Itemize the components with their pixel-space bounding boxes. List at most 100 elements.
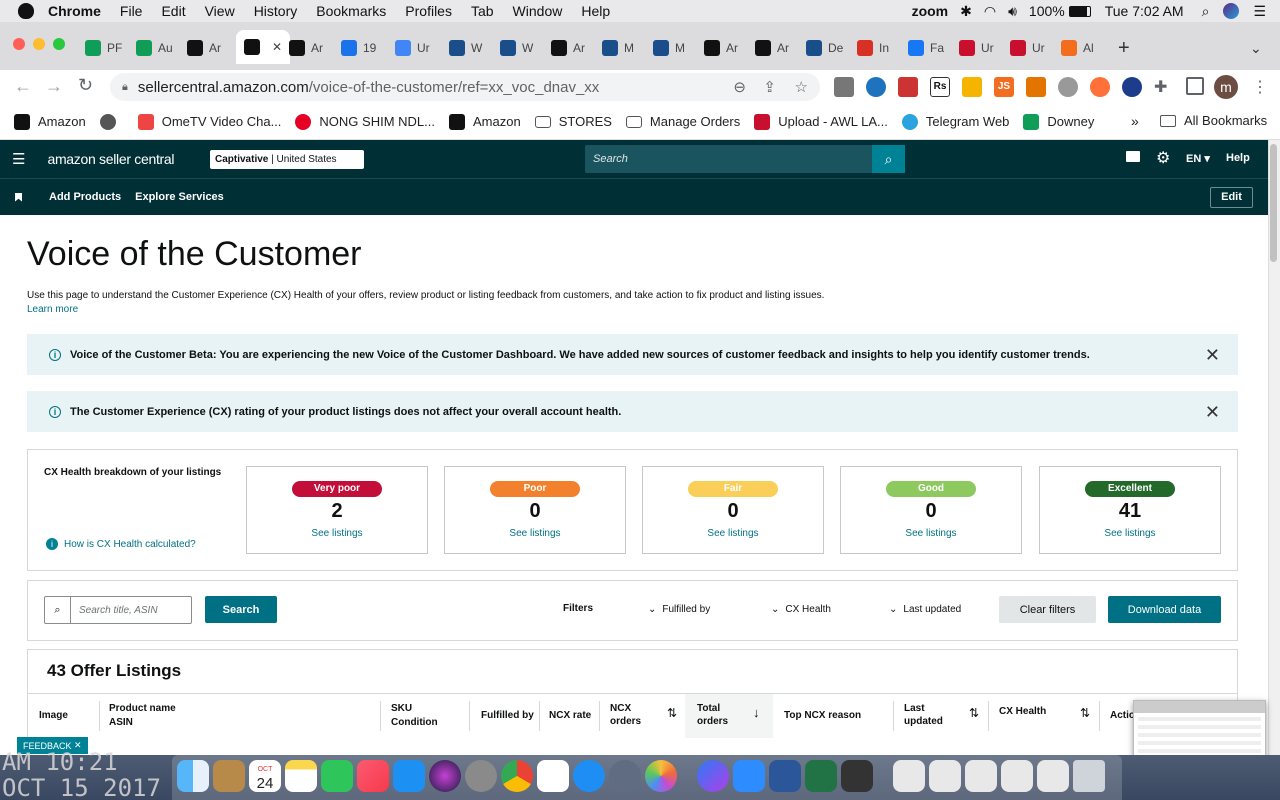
global-search-button[interactable]: ⌕	[872, 145, 905, 173]
bookmarks-overflow-icon[interactable]: »	[1131, 113, 1139, 129]
global-search-input[interactable]: Search	[585, 145, 872, 173]
trash-icon[interactable]	[1073, 760, 1105, 792]
system-preferences-icon[interactable]	[465, 760, 497, 792]
menu-view[interactable]: View	[205, 3, 235, 19]
tab-active[interactable]: ✕	[236, 30, 291, 64]
browser-tab[interactable]: In	[857, 36, 889, 60]
col-ncx-orders[interactable]: NCX orders	[610, 702, 641, 728]
dock-file-icon[interactable]	[893, 760, 925, 792]
bookmark-star-icon[interactable]: ☆	[795, 78, 808, 96]
browser-tab[interactable]: Fa	[908, 36, 944, 60]
browser-tab[interactable]: Au	[136, 36, 173, 60]
browser-tab[interactable]: Ar	[704, 36, 738, 60]
col-cx-health[interactable]: CX Health	[999, 705, 1046, 718]
zoom-status[interactable]: zoom	[912, 3, 949, 19]
safari-icon[interactable]	[573, 760, 605, 792]
how-cx-health-calculated-link[interactable]: i How is CX Health calculated?	[46, 538, 196, 550]
siri-dock-icon[interactable]	[429, 760, 461, 792]
browser-tab[interactable]: PF	[85, 36, 122, 60]
facetime-icon[interactable]	[321, 760, 353, 792]
edit-nav-button[interactable]: Edit	[1210, 187, 1253, 208]
all-bookmarks-item[interactable]: All Bookmarks	[1160, 113, 1267, 128]
browser-tab[interactable]: 19	[341, 36, 376, 60]
close-icon[interactable]: ✕	[1205, 345, 1220, 366]
menu-profiles[interactable]: Profiles	[405, 3, 452, 19]
extension-blue-icon[interactable]	[866, 77, 886, 97]
photos-icon[interactable]	[645, 760, 677, 792]
menu-edit[interactable]: Edit	[161, 3, 185, 19]
finder-icon[interactable]	[177, 760, 209, 792]
bookmark-flag-icon[interactable]	[15, 192, 22, 202]
col-last-updated[interactable]: Last updated	[904, 702, 943, 728]
bookmark-item[interactable]: Upload - AWL LA...	[754, 113, 888, 130]
reload-icon[interactable]: ↻	[78, 75, 93, 96]
store-switcher[interactable]: Captivative | United States	[210, 150, 364, 169]
menu-file[interactable]: File	[120, 3, 143, 19]
address-bar[interactable]: 🔒︎ sellercentral.amazon.com/voice-of-the…	[110, 73, 820, 101]
menu-window[interactable]: Window	[513, 3, 563, 19]
browser-tab[interactable]: M	[653, 36, 685, 60]
printer-icon[interactable]	[841, 760, 873, 792]
calendar-icon[interactable]: OCT 24	[249, 760, 281, 792]
menu-history[interactable]: History	[254, 3, 298, 19]
back-icon[interactable]: ←	[14, 76, 32, 97]
maximize-window-button[interactable]	[53, 38, 65, 50]
sort-icon[interactable]: ⇅	[1080, 706, 1090, 720]
mail-icon[interactable]	[1126, 151, 1140, 162]
menu-clock[interactable]: Tue 7:02 AM	[1105, 3, 1184, 19]
menu-bookmarks[interactable]: Bookmarks	[316, 3, 386, 19]
see-listings-link[interactable]: See listings	[643, 528, 823, 539]
sort-icon[interactable]: ⇅	[969, 706, 979, 720]
browser-menu-icon[interactable]: ⋮	[1252, 77, 1268, 97]
browser-tab[interactable]: Ar	[755, 36, 789, 60]
search-button[interactable]: Search	[205, 596, 277, 623]
language-selector[interactable]: EN ▾	[1186, 152, 1210, 165]
dock-file-icon[interactable]	[929, 760, 961, 792]
fulfilled-by-filter[interactable]: ⌄ Fulfilled by	[648, 604, 710, 615]
see-listings-link[interactable]: See listings	[841, 528, 1021, 539]
extensions-puzzle-icon[interactable]: ✚	[1154, 77, 1174, 97]
browser-tab[interactable]: Ar	[551, 36, 585, 60]
spotlight-search-icon[interactable]: ⌕	[1202, 3, 1210, 20]
extension-f-icon[interactable]	[1122, 77, 1142, 97]
bookmark-item[interactable]	[99, 113, 124, 130]
zoom-icon[interactable]: ⊖	[733, 78, 746, 96]
word-icon[interactable]	[769, 760, 801, 792]
minimize-window-button[interactable]	[33, 38, 45, 50]
music-icon[interactable]	[357, 760, 389, 792]
excel-icon[interactable]	[805, 760, 837, 792]
close-window-button[interactable]	[13, 38, 25, 50]
forward-icon[interactable]: →	[45, 76, 63, 97]
help-link[interactable]: Help	[1226, 152, 1250, 164]
messenger-icon[interactable]	[697, 760, 729, 792]
menu-tab[interactable]: Tab	[471, 3, 494, 19]
volume-icon[interactable]: 🔊︎	[1008, 3, 1017, 20]
extension-star-icon[interactable]	[962, 77, 982, 97]
menu-app-name[interactable]: Chrome	[48, 3, 101, 19]
extension-off2-icon[interactable]	[1026, 77, 1046, 97]
page-scrollbar-thumb[interactable]	[1270, 144, 1277, 262]
profile-avatar[interactable]: m	[1214, 75, 1238, 99]
col-total-orders[interactable]: Total orders	[697, 702, 728, 728]
notes-app-icon[interactable]	[213, 760, 245, 792]
sort-descending-icon[interactable]: ↓	[753, 705, 760, 720]
bookmark-item[interactable]: Amazon	[14, 113, 86, 130]
cx-health-filter[interactable]: ⌄ CX Health	[771, 604, 831, 615]
new-tab-button[interactable]: +	[1118, 36, 1130, 60]
control-center-icon[interactable]: ☰	[1253, 3, 1266, 20]
extension-off-icon[interactable]	[834, 77, 854, 97]
wifi-icon[interactable]: ◠	[984, 3, 996, 20]
close-tab-icon[interactable]: ✕	[272, 40, 282, 54]
browser-tab[interactable]: Ar	[289, 36, 323, 60]
extension-js-icon[interactable]: JS	[994, 77, 1014, 97]
seller-central-logo[interactable]: amazon seller central	[47, 151, 174, 167]
chrome-icon[interactable]	[501, 760, 533, 792]
tab-search-chevron-icon[interactable]: ⌄	[1250, 36, 1262, 60]
extension-gray-icon[interactable]	[1058, 77, 1078, 97]
app-store-icon[interactable]	[393, 760, 425, 792]
dock-file-icon[interactable]	[1001, 760, 1033, 792]
zoom-app-icon[interactable]	[733, 760, 765, 792]
lock-icon[interactable]: 🔒︎	[122, 81, 128, 94]
hamburger-menu-icon[interactable]: ☰	[12, 150, 25, 168]
bookmark-item[interactable]: OmeTV Video Cha...	[137, 113, 281, 130]
